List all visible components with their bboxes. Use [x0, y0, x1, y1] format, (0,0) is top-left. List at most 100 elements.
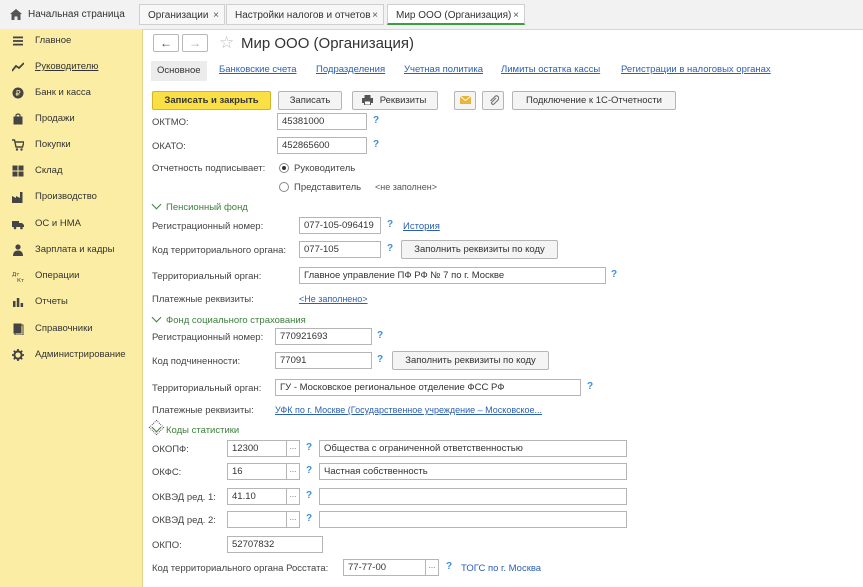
okopf-name-field[interactable]: Общества с ограниченной ответственностью	[319, 440, 627, 457]
okved1-name-field[interactable]	[319, 488, 627, 505]
okved2-code-field[interactable]	[227, 511, 287, 528]
help-icon[interactable]: ?	[306, 490, 312, 501]
help-icon[interactable]: ?	[306, 442, 312, 453]
help-icon[interactable]: ?	[306, 465, 312, 476]
truck-icon	[12, 221, 24, 230]
tab-organization-card[interactable]: Мир ООО (Организация) ×	[387, 4, 525, 25]
save-button[interactable]: Записать	[278, 91, 342, 110]
help-icon[interactable]: ?	[373, 115, 379, 126]
sidebar-item-catalogs[interactable]: Справочники	[0, 319, 142, 339]
okfs-select-button[interactable]: ...	[286, 463, 300, 480]
pension-terr-field[interactable]: Главное управление ПФ РФ № 7 по г. Москв…	[299, 267, 606, 284]
okved2-name-field[interactable]	[319, 511, 627, 528]
help-icon[interactable]: ?	[387, 243, 393, 254]
attachment-button[interactable]	[482, 91, 504, 110]
svg-text:₽: ₽	[15, 89, 20, 98]
sidebar-item-sales[interactable]: Продажи	[0, 109, 142, 129]
help-icon[interactable]: ?	[373, 139, 379, 150]
section-tab-bank-accounts[interactable]: Банковские счета	[219, 64, 296, 75]
help-icon[interactable]: ?	[306, 513, 312, 524]
chevron-down-icon	[151, 199, 162, 210]
tab-tax-settings[interactable]: Настройки налогов и отчетов ×	[226, 4, 384, 25]
rosstat-code-field[interactable]: 77-77-00	[343, 559, 426, 576]
tab-home-label: Начальная страница	[28, 9, 125, 20]
close-icon[interactable]: ×	[513, 5, 519, 26]
help-icon[interactable]: ?	[377, 354, 383, 365]
okopf-code-field[interactable]: 12300	[227, 440, 287, 457]
okfs-name-field[interactable]: Частная собственность	[319, 463, 627, 480]
save-and-close-button[interactable]: Записать и закрыть	[152, 91, 271, 110]
sidebar-item-operations[interactable]: Дт Кт Операции	[0, 266, 142, 286]
fss-reg-field[interactable]: 770921693	[275, 328, 372, 345]
pension-pay-link[interactable]: <Не заполнено>	[299, 294, 368, 304]
sidebar-item-label: Главное	[35, 35, 72, 46]
arrow-left-icon: ←	[160, 36, 172, 50]
printer-icon	[362, 95, 373, 105]
sidebar-item-manager[interactable]: Руководителю	[0, 57, 142, 77]
section-tab-accounting-policy[interactable]: Учетная политика	[404, 64, 483, 75]
tab-organizations[interactable]: Организации ×	[139, 4, 225, 25]
okfs-code-field[interactable]: 16	[227, 463, 287, 480]
bank-icon: ₽	[12, 87, 24, 99]
fss-terr-field[interactable]: ГУ - Московское региональное отделение Ф…	[275, 379, 581, 396]
requisites-button[interactable]: Реквизиты	[352, 91, 438, 110]
okpo-field[interactable]: 52707832	[227, 536, 323, 553]
rosstat-name-link[interactable]: ТОГС по г. Москва	[461, 563, 541, 574]
close-icon[interactable]: ×	[372, 5, 378, 26]
fss-pay-link[interactable]: УФК по г. Москве (Государственное учрежд…	[275, 405, 542, 415]
help-icon[interactable]: ?	[377, 330, 383, 341]
signer-rep-radio[interactable]	[279, 182, 289, 192]
help-icon[interactable]: ?	[611, 269, 617, 280]
home-icon	[10, 9, 22, 20]
tab-label: Мир ООО (Организация)	[396, 10, 512, 21]
tab-home[interactable]: Начальная страница	[0, 2, 137, 27]
rosstat-select-button[interactable]: ...	[425, 559, 439, 576]
sidebar-item-label: Покупки	[35, 139, 71, 150]
sidebar-item-salary[interactable]: Зарплата и кадры	[0, 240, 142, 260]
signer-rep-value[interactable]: <не заполнен>	[375, 182, 437, 192]
oktmo-field[interactable]: 45381000	[277, 113, 367, 130]
sidebar-item-reports[interactable]: Отчеты	[0, 292, 142, 312]
forward-button[interactable]: →	[182, 34, 208, 52]
help-icon[interactable]: ?	[387, 219, 393, 230]
section-tab-main[interactable]: Основное	[151, 61, 207, 81]
sidebar-item-admin[interactable]: Администрирование	[0, 345, 142, 365]
sidebar-item-main[interactable]: Главное	[0, 31, 142, 51]
sidebar-item-warehouse[interactable]: Склад	[0, 161, 142, 181]
sidebar-item-purchases[interactable]: Покупки	[0, 135, 142, 155]
okved2-select-button[interactable]: ...	[286, 511, 300, 528]
section-tab-cash-limits[interactable]: Лимиты остатка кассы	[501, 64, 600, 75]
stats-group[interactable]: Коды статистики	[148, 419, 239, 436]
pension-fill-by-code-button[interactable]: Заполнить реквизиты по коду	[401, 240, 558, 259]
okved1-code-field[interactable]: 41.10	[227, 488, 287, 505]
section-tab-divisions[interactable]: Подразделения	[316, 64, 385, 75]
pension-fund-group[interactable]: Пенсионный фонд	[151, 199, 248, 213]
help-icon[interactable]: ?	[446, 561, 452, 572]
sidebar-item-bank[interactable]: ₽ Банк и касса	[0, 83, 142, 103]
connect-1c-reporting-button[interactable]: Подключение к 1С-Отчетности	[512, 91, 676, 110]
close-icon[interactable]: ×	[213, 5, 219, 26]
pension-terr-code-field[interactable]: 077-105	[299, 241, 381, 258]
sidebar-item-production[interactable]: Производство	[0, 187, 142, 207]
pension-reg-field[interactable]: 077-105-096419	[299, 217, 381, 234]
help-icon[interactable]: ?	[587, 381, 593, 392]
sidebar-item-label: Зарплата и кадры	[35, 244, 115, 255]
fss-sub-field[interactable]: 77091	[275, 352, 372, 369]
okato-field[interactable]: 452865600	[277, 137, 367, 154]
okopf-select-button[interactable]: ...	[286, 440, 300, 457]
book-icon	[13, 323, 24, 335]
gear-icon	[12, 349, 24, 361]
back-button[interactable]: ←	[153, 34, 179, 52]
history-link[interactable]: История	[403, 221, 440, 232]
menu-icon	[13, 36, 23, 46]
sidebar-item-assets[interactable]: ОС и НМА	[0, 214, 142, 234]
signer-head-radio[interactable]	[279, 163, 289, 173]
oktmo-label: ОКТМО:	[152, 117, 189, 128]
favorite-star-icon[interactable]: ☆	[219, 33, 234, 53]
fss-group[interactable]: Фонд социального страхования	[151, 312, 306, 326]
fss-fill-by-code-button[interactable]: Заполнить реквизиты по коду	[392, 351, 549, 370]
email-button[interactable]	[454, 91, 476, 110]
group-title: Фонд социального страхования	[166, 315, 306, 326]
okved1-select-button[interactable]: ...	[286, 488, 300, 505]
section-tab-tax-registrations[interactable]: Регистрации в налоговых органах	[621, 64, 771, 75]
